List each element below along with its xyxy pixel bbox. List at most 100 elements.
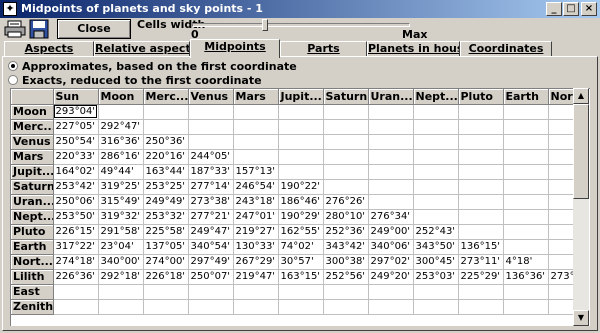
grid-cell[interactable]: [503, 209, 549, 225]
minimize-button[interactable]: _: [546, 2, 562, 16]
grid-cell[interactable]: [458, 224, 504, 240]
grid-cell[interactable]: 250°36': [143, 134, 189, 150]
grid-cell[interactable]: [503, 194, 549, 210]
grid-cell[interactable]: 292°47': [98, 119, 144, 135]
column-header[interactable]: Nept...: [413, 89, 459, 105]
grid-cell[interactable]: [188, 134, 234, 150]
grid-cell[interactable]: 253°25': [143, 179, 189, 195]
grid-cell[interactable]: [368, 119, 414, 135]
grid-cell[interactable]: 225°58': [143, 224, 189, 240]
grid-cell[interactable]: 343°50': [413, 239, 459, 255]
grid-cell[interactable]: 250°07': [188, 269, 234, 285]
grid-cell[interactable]: [503, 284, 549, 300]
cells-width-slider-thumb[interactable]: [262, 19, 268, 31]
column-header[interactable]: Earth: [503, 89, 549, 105]
row-header[interactable]: Mars: [11, 149, 54, 165]
grid-cell[interactable]: [503, 164, 549, 180]
grid-cell[interactable]: 319°25': [98, 179, 144, 195]
grid-cell[interactable]: [53, 284, 99, 300]
grid-cell[interactable]: 276°34': [368, 209, 414, 225]
grid-cell[interactable]: 250°54': [53, 134, 99, 150]
column-header[interactable]: Sun: [53, 89, 99, 105]
tab-midpoints[interactable]: Midpoints: [190, 39, 280, 58]
grid-cell[interactable]: 340°06': [368, 239, 414, 255]
grid-cell[interactable]: [188, 284, 234, 300]
grid-cell[interactable]: [323, 299, 369, 315]
grid-cell[interactable]: 253°42': [53, 179, 99, 195]
grid-cell[interactable]: 157°13': [233, 164, 279, 180]
column-header[interactable]: Mars: [233, 89, 279, 105]
grid-cell[interactable]: 247°01': [233, 209, 279, 225]
grid-cell[interactable]: [278, 299, 324, 315]
grid-cell[interactable]: 252°43': [413, 224, 459, 240]
grid-cell[interactable]: [368, 284, 414, 300]
grid-cell[interactable]: [323, 149, 369, 165]
scroll-thumb[interactable]: [573, 104, 589, 199]
close-button[interactable]: Close: [57, 19, 131, 39]
grid-cell[interactable]: 163°44': [143, 164, 189, 180]
row-header[interactable]: Earth: [11, 239, 54, 255]
grid-cell[interactable]: 252°56': [323, 269, 369, 285]
close-window-button[interactable]: ×: [581, 2, 597, 16]
grid-cell[interactable]: 137°05': [143, 239, 189, 255]
option-approximates[interactable]: Approximates, based on the first coordin…: [8, 60, 297, 73]
column-header[interactable]: Jupit...: [278, 89, 324, 105]
tab-parts[interactable]: Parts: [280, 41, 367, 57]
tab-planets-in-houses[interactable]: Planets in houses: [367, 41, 460, 57]
grid-cell[interactable]: [458, 194, 504, 210]
grid-cell[interactable]: [188, 104, 234, 120]
grid-cell[interactable]: [143, 119, 189, 135]
grid-cell[interactable]: 291°58': [98, 224, 144, 240]
grid-cell[interactable]: 253°03': [413, 269, 459, 285]
maximize-button[interactable]: □: [563, 2, 579, 16]
row-header[interactable]: Pluto: [11, 224, 54, 240]
grid-cell[interactable]: 162°55': [278, 224, 324, 240]
midpoints-grid[interactable]: Sun Moon Merc... Venus Mars Jupit... Saturn Ura…: [10, 88, 590, 326]
row-header[interactable]: Lilith: [11, 269, 54, 285]
tab-coordinates[interactable]: Coordinates: [460, 41, 552, 57]
row-header[interactable]: Jupit...: [11, 164, 54, 180]
grid-cell[interactable]: [503, 104, 549, 120]
grid-cell[interactable]: 249°20': [368, 269, 414, 285]
grid-cell[interactable]: 249°00': [368, 224, 414, 240]
grid-cell[interactable]: 23°04': [98, 239, 144, 255]
grid-cell[interactable]: 340°54': [188, 239, 234, 255]
grid-cell[interactable]: 226°36': [53, 269, 99, 285]
grid-cell[interactable]: [278, 134, 324, 150]
grid-cell[interactable]: 253°32': [143, 209, 189, 225]
column-header[interactable]: Uran...: [368, 89, 414, 105]
column-header[interactable]: Venus: [188, 89, 234, 105]
grid-cell[interactable]: 273°11': [458, 254, 504, 270]
column-header[interactable]: Moon: [98, 89, 144, 105]
grid-cell[interactable]: 74°02': [278, 239, 324, 255]
grid-cell[interactable]: [323, 284, 369, 300]
grid-cell[interactable]: 280°10': [323, 209, 369, 225]
vertical-scrollbar[interactable]: ▲ ▼: [573, 88, 589, 326]
grid-cell[interactable]: 252°36': [323, 224, 369, 240]
grid-cell[interactable]: [143, 104, 189, 120]
grid-cell[interactable]: [188, 299, 234, 315]
save-icon[interactable]: [28, 19, 50, 39]
grid-cell[interactable]: [278, 119, 324, 135]
grid-cell[interactable]: 297°02': [368, 254, 414, 270]
grid-cell[interactable]: [323, 134, 369, 150]
grid-cell[interactable]: [503, 119, 549, 135]
column-header[interactable]: Saturn: [323, 89, 369, 105]
grid-cell[interactable]: [143, 284, 189, 300]
grid-cell[interactable]: [278, 104, 324, 120]
grid-cell[interactable]: 226°18': [143, 269, 189, 285]
grid-cell[interactable]: 243°18': [233, 194, 279, 210]
row-header[interactable]: East: [11, 284, 54, 300]
grid-cell[interactable]: [368, 149, 414, 165]
grid-cell[interactable]: 343°42': [323, 239, 369, 255]
grid-cell[interactable]: [413, 104, 459, 120]
scroll-down-button[interactable]: ▼: [573, 310, 589, 326]
grid-cell[interactable]: 136°15': [458, 239, 504, 255]
grid-cell[interactable]: [458, 209, 504, 225]
grid-cell[interactable]: [413, 299, 459, 315]
grid-cell[interactable]: 277°14': [188, 179, 234, 195]
grid-cell[interactable]: 249°47': [188, 224, 234, 240]
grid-cell[interactable]: [458, 164, 504, 180]
grid-cell[interactable]: 267°29': [233, 254, 279, 270]
row-header[interactable]: Nept...: [11, 209, 54, 225]
